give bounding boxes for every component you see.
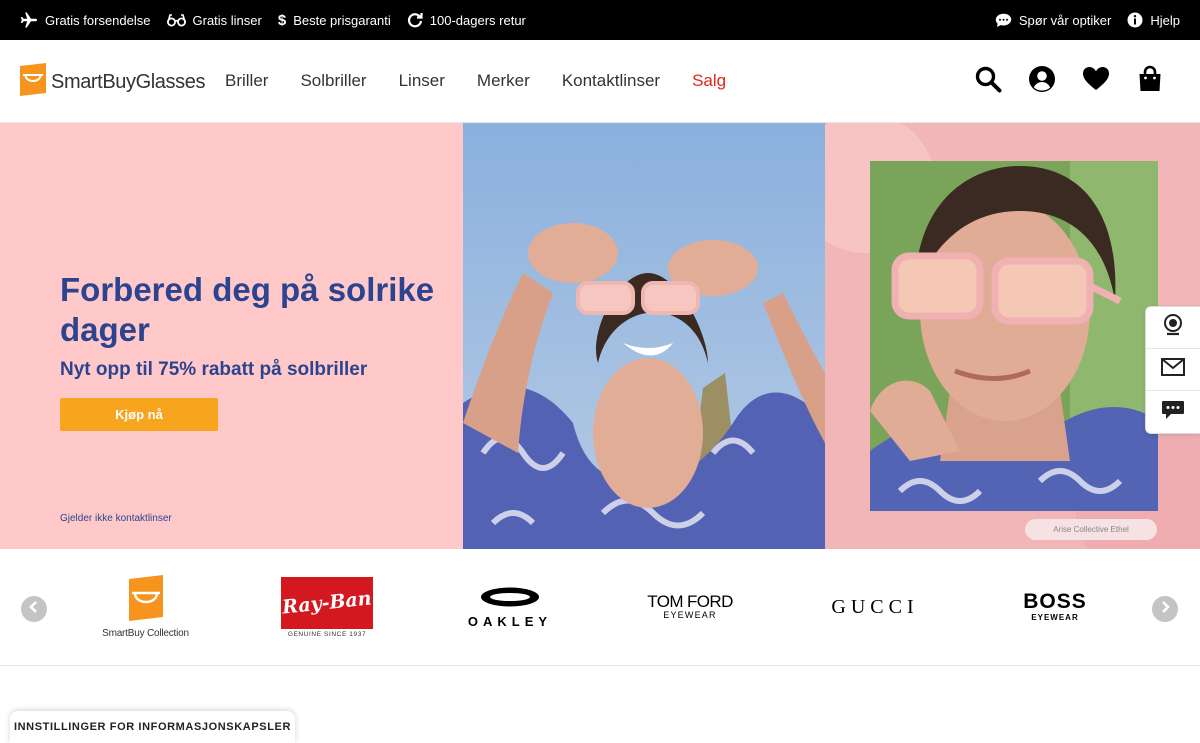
hero-title: Forbered deg på solrike dager: [60, 271, 435, 348]
carousel-next-button[interactable]: [1152, 596, 1178, 622]
return-arrow-icon: [407, 12, 423, 28]
airplane-icon: [20, 12, 38, 28]
glasses-icon: [166, 13, 186, 27]
promo-return[interactable]: 100-dagers retur: [407, 12, 526, 28]
promo-free-shipping[interactable]: Gratis forsendelse: [20, 12, 151, 28]
ask-optician-label: Spør vår optiker: [1018, 12, 1112, 28]
nav-glasses[interactable]: Briller: [225, 71, 268, 91]
header-actions: [974, 65, 1164, 93]
chat-bubble-icon: [1161, 400, 1185, 425]
hero-photo-sky: [463, 123, 825, 549]
boss-wordmark: BOSS: [1023, 590, 1087, 613]
promo-free-lenses-label: Gratis linser: [192, 12, 262, 28]
side-webcam-button[interactable]: [1146, 307, 1200, 349]
promo-return-label: 100-dagers retur: [429, 12, 526, 28]
side-contact-widget: [1145, 306, 1200, 434]
promo-free-shipping-label: Gratis forsendelse: [45, 12, 151, 28]
nav-lenses[interactable]: Linser: [399, 71, 445, 91]
hero-text-panel: Forbered deg på solrike dager Nyt opp ti…: [0, 123, 463, 549]
site-header: SmartBuyGlasses Briller Solbriller Linse…: [0, 40, 1200, 123]
dollar-icon: $: [277, 11, 287, 29]
shop-now-button[interactable]: Kjøp nå: [60, 398, 218, 431]
main-nav: Briller Solbriller Linser Merker Kontakt…: [225, 71, 726, 91]
brand-smartbuy-collection[interactable]: SmartBuy Collection: [98, 575, 193, 639]
ray-ban-tagline: GENUINE SINCE 1937: [287, 630, 367, 638]
nav-contact-lenses[interactable]: Kontaktlinser: [562, 71, 660, 91]
oakley-wordmark: OAKLEY: [467, 613, 553, 629]
ray-ban-wordmark: Ray-Ban: [281, 586, 373, 619]
side-mail-button[interactable]: [1146, 349, 1200, 391]
nav-sunglasses[interactable]: Solbriller: [300, 71, 366, 91]
side-chat-button[interactable]: [1146, 391, 1200, 433]
bag-icon[interactable]: [1136, 65, 1164, 93]
site-logo[interactable]: SmartBuyGlasses: [20, 63, 205, 101]
nav-sale[interactable]: Salg: [692, 71, 726, 91]
tom-ford-wordmark: TOM FORD: [647, 592, 733, 611]
promo-free-lenses[interactable]: Gratis linser: [166, 12, 262, 28]
brand-gucci[interactable]: GUCCI: [820, 595, 930, 619]
search-icon[interactable]: [974, 65, 1002, 93]
ray-ban-logo: Ray-Ban: [281, 576, 373, 629]
brand-carousel: SmartBuy Collection Ray-Ban GENUINE SINC…: [0, 549, 1200, 666]
chat-icon: [995, 13, 1012, 28]
cookie-settings-button[interactable]: INNSTILLINGER FOR INFORMASJONSKAPSLER: [10, 711, 295, 743]
brand-ray-ban[interactable]: Ray-Ban GENUINE SINCE 1937: [281, 576, 373, 638]
chevron-right-icon: [1159, 600, 1171, 618]
help-link[interactable]: Hjelp: [1127, 12, 1180, 28]
webcam-icon: [1161, 313, 1185, 342]
info-icon: [1127, 12, 1143, 28]
ask-optician-link[interactable]: Spør vår optiker: [995, 13, 1111, 28]
promo-bar: Gratis forsendelse Gratis linser $ Beste…: [0, 0, 1200, 40]
heart-icon[interactable]: [1082, 65, 1110, 93]
logo-glasses-icon: [20, 63, 46, 101]
account-icon[interactable]: [1028, 65, 1056, 93]
nav-brands[interactable]: Merker: [477, 71, 530, 91]
promo-left-group: Gratis forsendelse Gratis linser $ Beste…: [20, 12, 526, 29]
carousel-prev-button[interactable]: [21, 596, 47, 622]
chevron-left-icon: [28, 600, 40, 618]
hero-subtitle: Nyt opp til 75% rabatt på solbriller: [60, 359, 368, 380]
smartbuy-collection-label: SmartBuy Collection: [102, 628, 189, 639]
smartbuy-logo-icon: [127, 575, 165, 626]
hero-banner[interactable]: Forbered deg på solrike dager Nyt opp ti…: [0, 123, 1200, 549]
photo-caption[interactable]: Arise Collective Ethel: [1025, 519, 1157, 540]
oakley-ellipse-icon: [479, 586, 541, 613]
gucci-wordmark: GUCCI: [831, 595, 919, 618]
promo-price-guarantee-label: Beste prisgaranti: [293, 12, 391, 28]
brand-boss[interactable]: BOSS EYEWEAR: [1010, 589, 1100, 625]
brand-oakley[interactable]: OAKLEY: [460, 586, 560, 629]
promo-right-group: Spør vår optiker Hjelp: [995, 12, 1180, 28]
tom-ford-sub: EYEWEAR: [663, 610, 717, 620]
logo-text: SmartBuyGlasses: [51, 70, 206, 93]
hero-photo-portrait: [870, 161, 1158, 511]
boss-sub: EYEWEAR: [1031, 613, 1079, 622]
brand-tom-ford[interactable]: TOM FORD EYEWEAR: [640, 591, 740, 623]
promo-price-guarantee[interactable]: $ Beste prisgaranti: [278, 12, 391, 29]
help-label: Hjelp: [1150, 12, 1180, 28]
hero-disclaimer: Gjelder ikke kontaktlinser: [60, 513, 172, 524]
mail-icon: [1161, 358, 1185, 381]
